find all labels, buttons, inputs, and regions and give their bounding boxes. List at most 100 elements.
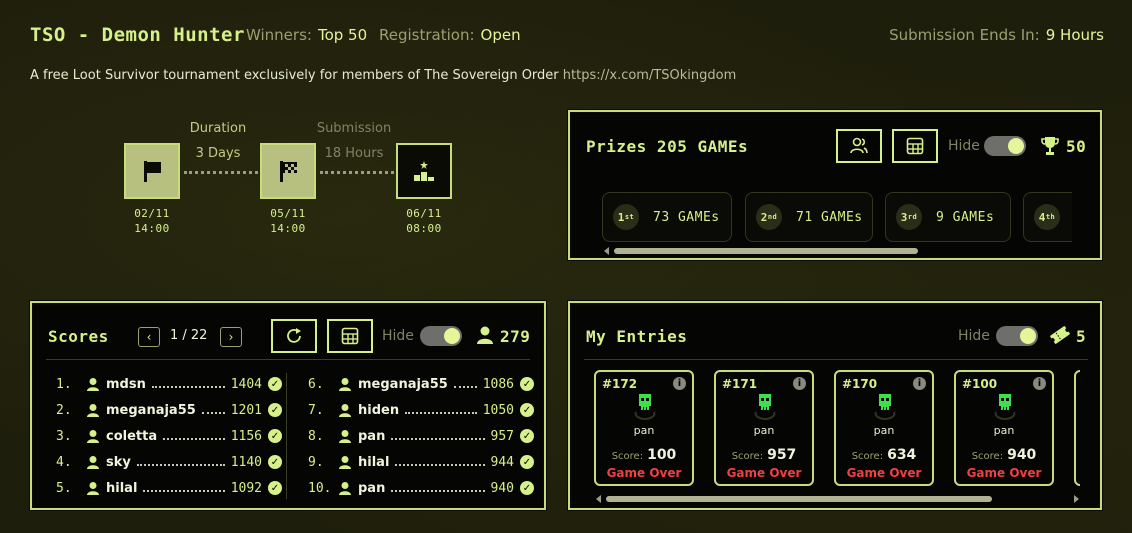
entries-scrollbar-thumb[interactable] — [606, 496, 992, 502]
score-leader-dots — [391, 484, 485, 492]
scores-column-divider — [286, 373, 287, 499]
score-leader-dots — [391, 432, 485, 440]
scores-column-right: 6. meganaja55 1086 ✓ 7. hiden 1050 ✓ 8. pan 957 ✓ 9.… — [308, 371, 534, 501]
skull-icon — [754, 394, 776, 421]
scores-column-left: 1. mdsn 1404 ✓ 2. meganaja55 1201 ✓ 3. coletta 115… — [56, 371, 282, 501]
entry-player-name: pan — [993, 424, 1015, 437]
timeline-start — [124, 143, 180, 199]
score-player-name: pan — [358, 428, 386, 444]
timeline-connector-duration — [184, 171, 258, 174]
flag-icon — [144, 161, 161, 182]
start-time: 14:00 — [134, 222, 170, 235]
entry-card[interactable]: #172 i pan Score: 100 Game Over — [594, 370, 694, 486]
score-row[interactable]: 9. hilal 944 ✓ — [308, 449, 534, 475]
score-row[interactable]: 3. coletta 1156 ✓ — [56, 423, 282, 449]
entry-player-name: pan — [873, 424, 895, 437]
score-row[interactable]: 4. sky 1140 ✓ — [56, 449, 282, 475]
score-value: 1201 — [230, 402, 262, 418]
entries-scroll-left[interactable] — [596, 495, 601, 503]
entries-divider — [584, 359, 1088, 360]
podium-icon — [414, 161, 434, 181]
verified-check-icon: ✓ — [268, 481, 282, 495]
score-player-name: meganaja55 — [358, 376, 448, 392]
tournament-title: TSO - Demon Hunter — [30, 24, 245, 46]
score-row[interactable]: 7. hiden 1050 ✓ — [308, 397, 534, 423]
submission-ends-value: 9 Hours — [1045, 26, 1104, 44]
score-value: 944 — [490, 454, 514, 470]
score-row[interactable]: 5. hilal 1092 ✓ — [56, 475, 282, 501]
player-icon — [477, 326, 493, 344]
scores-title: Scores — [48, 327, 109, 346]
info-icon[interactable]: i — [673, 377, 686, 390]
prizes-hide-toggle[interactable] — [984, 136, 1026, 156]
entry-card-partial[interactable] — [1074, 370, 1080, 486]
entry-score-value: 940 — [1007, 447, 1037, 463]
user-icon — [87, 481, 99, 495]
entry-card[interactable]: #170 i pan Score: 634 Game Over — [834, 370, 934, 486]
entry-score-value: 100 — [647, 447, 677, 463]
prizes-panel: Prizes 205 GAMEs Hide 50 1st 73 GAMEs 2n… — [568, 110, 1102, 260]
score-user-icon-wrap — [86, 403, 106, 418]
scores-table-button[interactable] — [327, 319, 373, 353]
score-rank: 10. — [308, 480, 332, 496]
trophy-count: 50 — [1066, 137, 1087, 156]
verified-check-icon: ✓ — [520, 377, 534, 391]
entry-score-value: 957 — [767, 447, 797, 463]
score-leader-dots — [405, 406, 477, 414]
entry-score-label: Score: — [971, 451, 1004, 462]
entries-hide-toggle[interactable] — [996, 326, 1038, 346]
scores-next-page[interactable]: › — [220, 327, 242, 347]
entry-card[interactable]: #100 i pan Score: 940 Game Over — [954, 370, 1054, 486]
score-player-name: mdsn — [106, 376, 146, 392]
entry-score: Score: 940 — [956, 444, 1052, 463]
scores-hide-toggle[interactable] — [420, 326, 462, 346]
prizes-scrollbar-thumb[interactable] — [614, 248, 918, 254]
score-row[interactable]: 6. meganaja55 1086 ✓ — [308, 371, 534, 397]
prizes-scroll-left[interactable] — [604, 247, 609, 255]
score-leader-dots — [143, 484, 225, 492]
entry-card[interactable]: #171 i pan Score: 957 Game Over — [714, 370, 814, 486]
tournament-link[interactable]: https://x.com/TSOkingdom — [563, 68, 737, 83]
entries-scroll-right[interactable] — [1074, 495, 1079, 503]
info-icon[interactable]: i — [1033, 377, 1046, 390]
score-leader-dots — [136, 458, 225, 466]
verified-check-icon: ✓ — [520, 455, 534, 469]
prizes-users-button[interactable] — [836, 129, 882, 163]
winners-info: Winners: Top 50 — [246, 26, 367, 44]
entry-id: #170 — [842, 377, 878, 391]
score-row[interactable]: 8. pan 957 ✓ — [308, 423, 534, 449]
user-icon — [87, 455, 99, 469]
entry-status: Game Over — [966, 466, 1042, 480]
info-icon[interactable]: i — [913, 377, 926, 390]
score-player-name: coletta — [106, 428, 158, 444]
user-icon — [87, 403, 99, 417]
score-row[interactable]: 1. mdsn 1404 ✓ — [56, 371, 282, 397]
entry-avatar — [872, 390, 898, 424]
entry-id: #100 — [962, 377, 998, 391]
info-icon[interactable]: i — [793, 377, 806, 390]
submission-ends-label: Submission Ends In: — [889, 26, 1040, 44]
registration-value: Open — [480, 26, 521, 44]
verified-check-icon: ✓ — [520, 429, 534, 443]
scores-refresh-button[interactable] — [271, 319, 317, 353]
score-user-icon-wrap — [86, 377, 106, 392]
entry-score-label: Score: — [851, 451, 884, 462]
score-user-icon-wrap — [338, 429, 358, 444]
entries-scroller[interactable]: #172 i pan Score: 100 Game Over #171 i pan Score:… — [594, 370, 1080, 488]
prize-cards-scroller[interactable]: 1st 73 GAMEs 2nd 71 GAMEs 3rd 9 GAMEs 4t… — [602, 192, 1072, 244]
prizes-table-button[interactable] — [892, 129, 938, 163]
score-rank: 9. — [308, 454, 324, 470]
end-time: 14:00 — [270, 222, 306, 235]
score-leader-dots — [151, 380, 225, 388]
score-row[interactable]: 2. meganaja55 1201 ✓ — [56, 397, 282, 423]
final-datetime: 06/11 08:00 — [384, 206, 464, 236]
score-row[interactable]: 10. pan 940 ✓ — [308, 475, 534, 501]
score-user-icon-wrap — [338, 455, 358, 470]
prizes-title: Prizes 205 GAMEs — [586, 137, 749, 156]
user-icon — [87, 377, 99, 391]
score-player-name: meganaja55 — [106, 402, 196, 418]
score-value: 1092 — [230, 480, 262, 496]
medal-3rd: 3rd — [896, 204, 922, 230]
scores-prev-page[interactable]: ‹ — [138, 327, 160, 347]
user-icon — [339, 429, 351, 443]
